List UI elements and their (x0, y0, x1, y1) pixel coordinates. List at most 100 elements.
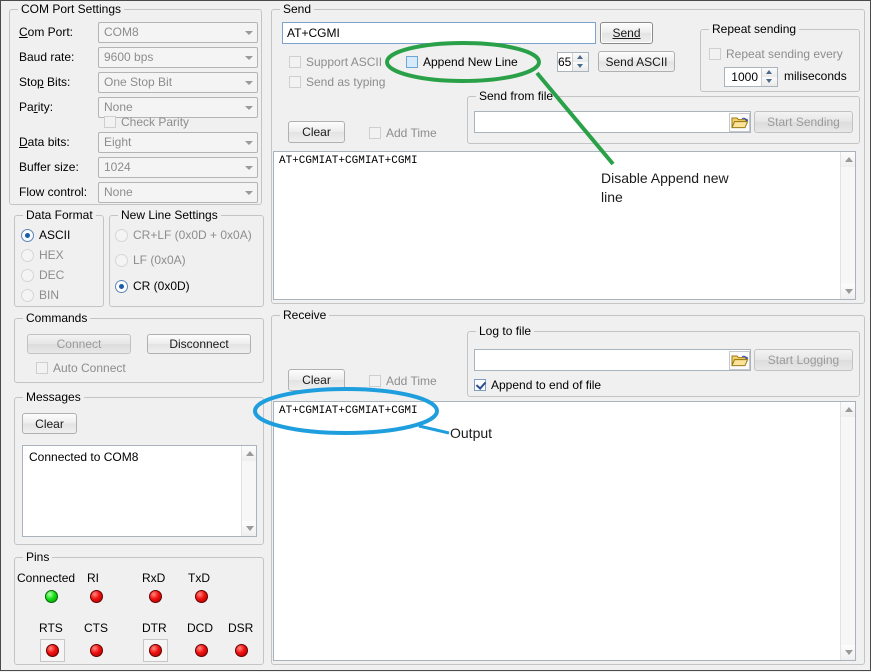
pin-dtr-label: DTR (142, 621, 167, 635)
send-clear-label: Clear (289, 122, 344, 143)
com-port-combo[interactable]: COM8 (98, 22, 258, 43)
repeat-sending-caption: Repeat sending (709, 22, 799, 36)
check-parity-checkbox[interactable]: Check Parity (104, 115, 189, 129)
auto-connect-checkbox[interactable]: Auto Connect (36, 361, 126, 375)
spinner-up-icon[interactable] (572, 53, 588, 62)
receive-add-time-checkbox[interactable]: Add Time (369, 374, 437, 388)
connect-button-label: Connect (28, 335, 130, 354)
scroll-down-icon[interactable] (841, 284, 855, 299)
ascii-code-spinner[interactable]: 65 (557, 52, 589, 72)
chevron-down-icon (245, 81, 253, 85)
newline-lf-radio[interactable]: LF (0x0A) (115, 253, 186, 267)
append-new-line-checkbox[interactable]: Append New Line (406, 55, 518, 69)
radio-dot (21, 249, 34, 262)
receive-log-area[interactable]: AT+CGMIAT+CGMIAT+CGMI (273, 401, 856, 661)
append-to-end-checkbox[interactable]: Append to end of file (474, 378, 601, 392)
flow-control-combo[interactable]: None (98, 182, 258, 203)
checkbox-box (289, 76, 301, 88)
send-command-value: AT+CGMI (287, 26, 340, 40)
newline-crlf-label: CR+LF (0x0D + 0x0A) (133, 228, 252, 242)
start-logging-label: Start Logging (755, 350, 852, 371)
newline-lf-label: LF (0x0A) (133, 253, 186, 267)
receive-caption: Receive (280, 308, 329, 322)
receive-add-time-label: Add Time (386, 374, 437, 388)
pin-cts-label: CTS (84, 621, 108, 635)
send-clear-button[interactable]: Clear (288, 121, 345, 143)
radio-dot (21, 289, 34, 302)
repeat-sending-checkbox[interactable]: Repeat sending every (709, 47, 843, 61)
messages-log-area[interactable]: Connected to COM8 (22, 445, 257, 537)
send-button[interactable]: Send (600, 22, 653, 44)
radio-dot (115, 280, 128, 293)
newline-cr-radio[interactable]: CR (0x0D) (115, 279, 190, 293)
connect-button[interactable]: Connect (27, 334, 131, 354)
flow-control-value: None (104, 185, 133, 199)
chevron-down-icon (245, 31, 253, 35)
scroll-up-icon[interactable] (841, 402, 855, 417)
buffer-size-combo[interactable]: 1024 (98, 157, 258, 178)
pin-rts-label: RTS (39, 621, 63, 635)
baud-rate-value: 9600 bps (104, 50, 153, 64)
send-ascii-button[interactable]: Send ASCII (598, 51, 675, 72)
send-from-file-caption: Send from file (476, 89, 556, 103)
pin-dtr-led (149, 644, 162, 657)
append-to-end-label: Append to end of file (491, 378, 601, 392)
data-format-hex-radio[interactable]: HEX (21, 248, 64, 262)
send-add-time-checkbox[interactable]: Add Time (369, 126, 437, 140)
data-format-bin-radio[interactable]: BIN (21, 288, 59, 302)
messages-scrollbar[interactable] (241, 446, 256, 536)
receive-log-scrollbar[interactable] (840, 402, 855, 660)
support-ascii-checkbox[interactable]: Support ASCII (289, 55, 382, 69)
data-format-bin-label: BIN (39, 288, 59, 302)
receive-clear-button[interactable]: Clear (288, 369, 345, 391)
baud-rate-label: Baud rate: (19, 50, 74, 64)
repeat-interval-spinner[interactable]: 1000 (724, 67, 778, 87)
disconnect-button[interactable]: Disconnect (147, 334, 251, 354)
send-log-scrollbar[interactable] (840, 152, 855, 299)
repeat-interval-unit: miliseconds (784, 69, 847, 83)
checkbox-box (709, 48, 721, 60)
scroll-down-icon[interactable] (242, 521, 256, 536)
start-logging-button[interactable]: Start Logging (754, 349, 853, 371)
scroll-up-icon[interactable] (841, 152, 855, 167)
data-format-ascii-radio[interactable]: ASCII (21, 228, 70, 242)
messages-clear-button[interactable]: Clear (22, 413, 77, 434)
stop-bits-combo[interactable]: One Stop Bit (98, 72, 258, 93)
spinner-up-icon[interactable] (761, 68, 777, 77)
send-log-area[interactable]: AT+CGMIAT+CGMIAT+CGMI (273, 151, 856, 300)
send-as-typing-label: Send as typing (306, 75, 385, 89)
messages-log-text: Connected to COM8 (23, 446, 256, 464)
scroll-up-icon[interactable] (242, 446, 256, 461)
pin-rts-led (46, 644, 59, 657)
baud-rate-combo[interactable]: 9600 bps (98, 47, 258, 68)
pin-connected-label: Connected (17, 571, 75, 585)
buffer-size-label: Buffer size: (19, 160, 79, 174)
data-bits-value: Eight (104, 135, 131, 149)
auto-connect-label: Auto Connect (53, 361, 126, 375)
send-from-file-browse-button[interactable] (729, 113, 750, 132)
application-window: COM Port Settings Com Port: COM8 Baud ra… (0, 0, 871, 671)
folder-open-icon (730, 114, 749, 131)
send-from-file-input[interactable] (474, 111, 751, 133)
green-note-text: Disable Append new line (601, 169, 761, 207)
spinner-down-icon[interactable] (572, 62, 588, 71)
newline-crlf-radio[interactable]: CR+LF (0x0D + 0x0A) (115, 228, 252, 242)
data-format-caption: Data Format (23, 208, 96, 222)
start-sending-button[interactable]: Start Sending (754, 111, 853, 133)
spinner-down-icon[interactable] (761, 77, 777, 86)
blue-note-text: Output (450, 424, 492, 443)
scroll-down-icon[interactable] (841, 645, 855, 660)
pin-rxd-label: RxD (142, 571, 165, 585)
log-to-file-browse-button[interactable] (729, 351, 750, 370)
send-as-typing-checkbox[interactable]: Send as typing (289, 75, 385, 89)
log-to-file-input[interactable] (474, 349, 751, 371)
data-format-dec-radio[interactable]: DEC (21, 268, 64, 282)
messages-caption: Messages (23, 390, 84, 404)
support-ascii-label: Support ASCII (306, 55, 382, 69)
pin-dsr-label: DSR (228, 621, 253, 635)
receive-clear-label: Clear (289, 370, 344, 391)
new-line-settings-caption: New Line Settings (118, 208, 221, 222)
send-command-input[interactable]: AT+CGMI (282, 22, 596, 44)
checkbox-box (289, 56, 301, 68)
data-bits-combo[interactable]: Eight (98, 132, 258, 153)
